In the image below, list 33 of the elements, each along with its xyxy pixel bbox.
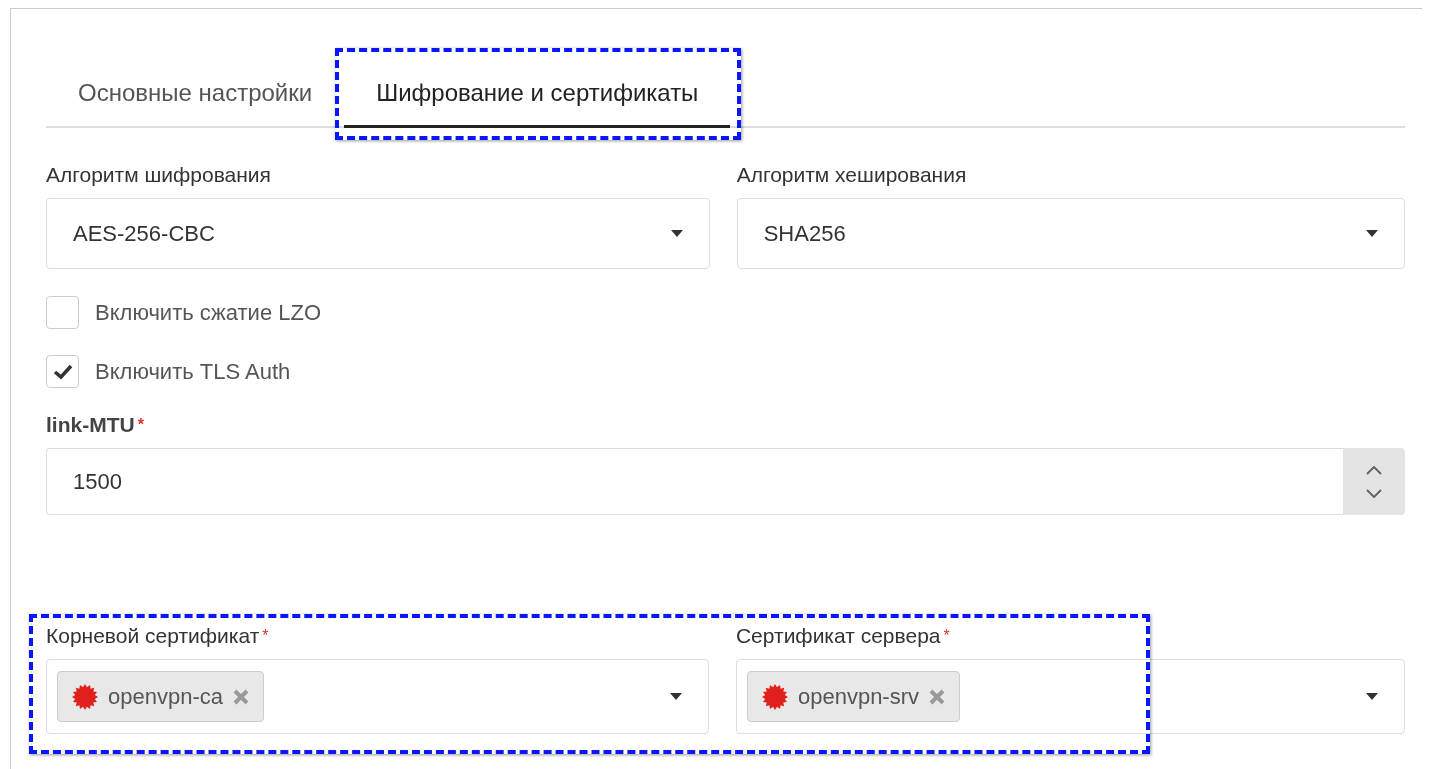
- spinner-button[interactable]: [1343, 448, 1405, 515]
- number-field[interactable]: 1500: [46, 448, 1343, 515]
- caret-icon: [1366, 230, 1378, 237]
- caret-icon: [1366, 693, 1378, 700]
- chevron-down-icon: [1366, 488, 1382, 498]
- tag-chip[interactable]: openvpn-ca: [57, 671, 264, 722]
- tab[interactable]: Основные настройки: [46, 60, 345, 128]
- field-label: Алгоритм шифрования: [46, 163, 271, 186]
- tag-chip[interactable]: openvpn-srv: [746, 671, 961, 722]
- field-label: link-MTU: [46, 413, 135, 436]
- field-label: Корневой сертификат: [46, 624, 260, 647]
- caret-icon: [669, 693, 682, 700]
- caret-icon: [670, 230, 683, 237]
- remove-icon[interactable]: [929, 688, 946, 705]
- remove-icon[interactable]: [233, 688, 249, 705]
- seal-icon: [72, 683, 98, 710]
- required-mark: *: [262, 627, 269, 644]
- required-mark: *: [137, 416, 144, 433]
- select-field[interactable]: SHA256: [736, 198, 1405, 269]
- field-label: Алгоритм хеширования: [736, 163, 967, 186]
- required-mark: *: [943, 627, 950, 644]
- seal-icon: [761, 683, 788, 710]
- check-icon: [52, 363, 73, 380]
- chevron-up-icon: [1366, 465, 1382, 475]
- multiselect-field[interactable]: openvpn-ca: [46, 659, 709, 734]
- tab[interactable]: Шифрование и сертификаты: [344, 60, 731, 128]
- checkbox[interactable]: [46, 355, 79, 388]
- multiselect-field[interactable]: openvpn-srv: [735, 659, 1405, 734]
- select-field[interactable]: AES-256-CBC: [46, 198, 710, 269]
- checkbox-label: Включить TLS Auth: [95, 358, 291, 386]
- checkbox[interactable]: [46, 296, 79, 329]
- field-label: Сертификат сервера: [735, 624, 941, 647]
- checkbox-label: Включить сжатие LZO: [95, 299, 321, 327]
